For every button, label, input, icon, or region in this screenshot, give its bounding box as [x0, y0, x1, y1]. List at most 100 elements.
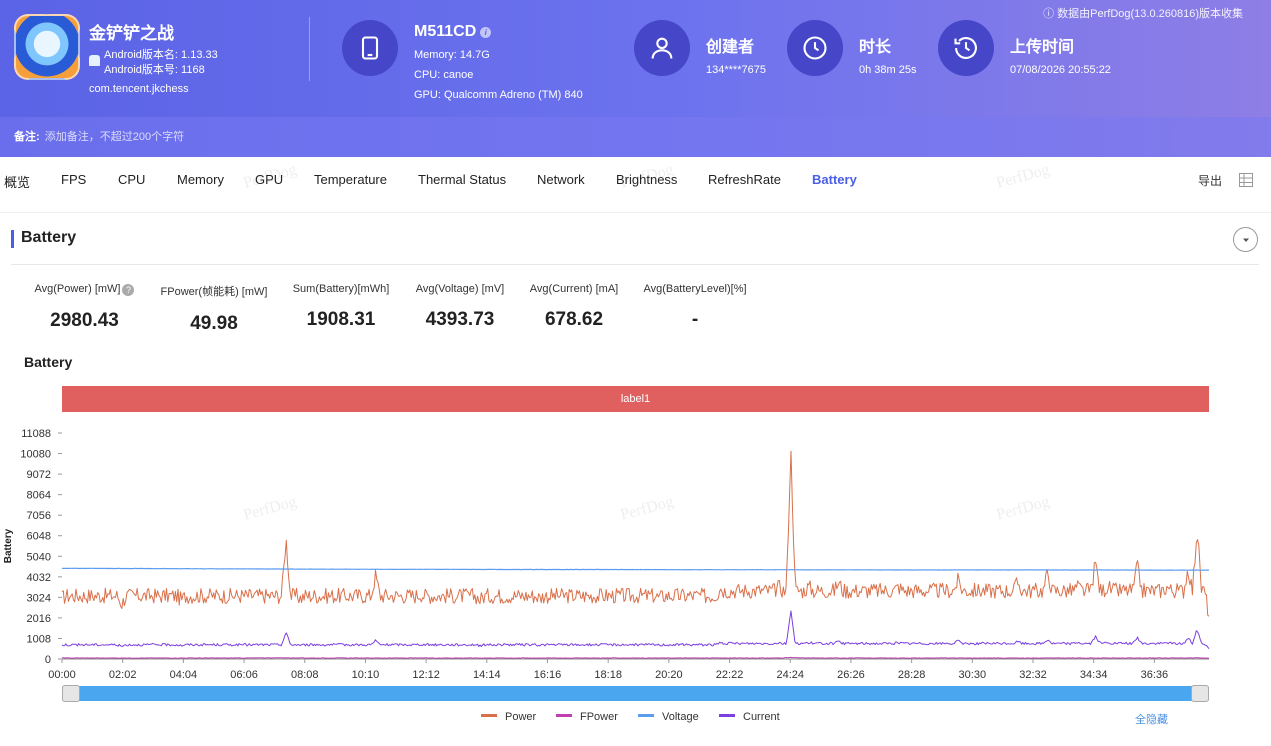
stat-label: Avg(Voltage) [mV] [415, 283, 505, 295]
note-input[interactable]: 添加备注，不超过200个字符 [45, 131, 184, 143]
creator-value: 134****7675 [706, 64, 766, 76]
help-icon[interactable]: ? [122, 284, 135, 296]
x-tick-label: 10:10 [352, 669, 380, 681]
tab-memory[interactable]: Memory [177, 172, 224, 187]
legend-item-fpower[interactable]: FPower [556, 711, 618, 723]
series-voltage-line [61, 567, 1209, 571]
y-tick-label: 2016 [27, 613, 51, 625]
header-divider [309, 17, 310, 81]
stat-value: 4393.73 [425, 309, 495, 330]
x-tick-label: 32:32 [1019, 669, 1047, 681]
y-tick-label: 3024 [27, 592, 51, 604]
history-icon [938, 20, 994, 76]
legend-label: Current [743, 711, 780, 723]
tab-fps[interactable]: FPS [61, 172, 86, 187]
tab-cpu[interactable]: CPU [118, 172, 145, 187]
upload-value: 07/08/2026 20:55:22 [1010, 64, 1111, 76]
y-tick-label: 5040 [27, 551, 51, 563]
note-bar[interactable]: 备注: 添加备注，不超过200个字符 [0, 117, 1271, 157]
legend-label: FPower [580, 711, 618, 723]
tab-bar: 概览 FPS CPU Memory GPU Temperature Therma… [0, 157, 1271, 213]
y-axis-label: Battery [3, 528, 14, 563]
stat-value: - [691, 309, 699, 330]
clock-icon [787, 20, 843, 76]
x-tick-label: 04:04 [170, 669, 198, 681]
hide-all-button[interactable]: 全隐藏 [1135, 711, 1168, 727]
battery-chart[interactable]: Battery 0 1008 2016 3024 4032 5040 6048 7056 8064… [0, 420, 1271, 682]
y-tick-label: 6048 [27, 531, 51, 543]
tab-gpu[interactable]: GPU [255, 172, 283, 187]
slider-handle-left[interactable] [62, 685, 80, 702]
x-tick-label: 00:00 [48, 669, 76, 681]
export-button[interactable]: 导出 [1198, 172, 1222, 189]
series-fpower-line [62, 656, 1210, 659]
legend-item-voltage[interactable]: Voltage [638, 711, 699, 723]
legend-item-power[interactable]: Power [481, 711, 536, 723]
tab-battery[interactable]: Battery [812, 172, 857, 187]
stat-avg-current: Avg(Current) [mA] 678.62 [524, 283, 624, 331]
app-name: 金铲铲之战 [89, 24, 174, 43]
app-icon [14, 14, 80, 80]
device-memory: Memory: 14.7G [414, 49, 490, 61]
table-icon[interactable] [1239, 173, 1253, 187]
panel-title: Battery [21, 229, 77, 246]
x-tick-label: 28:28 [898, 669, 926, 681]
x-tick-label: 24:24 [776, 669, 804, 681]
app-package: com.tencent.jkchess [89, 83, 189, 95]
legend-item-current[interactable]: Current [719, 711, 780, 723]
x-tick-label: 30:30 [959, 669, 987, 681]
label-band[interactable]: label1 [62, 386, 1209, 412]
app-version-info: Android版本名: 1.13.33 Android版本号: 1168 [104, 48, 218, 78]
device-name-text: M511CD [414, 23, 477, 40]
y-tick-label: 9072 [27, 469, 51, 481]
x-tick-label: 08:08 [291, 669, 319, 681]
tab-brightness[interactable]: Brightness [616, 172, 677, 187]
tab-temperature[interactable]: Temperature [314, 172, 387, 187]
stat-avg-battery-level: Avg(BatteryLevel)[%] - [638, 283, 752, 331]
app-version-name: Android版本名: 1.13.33 [104, 49, 218, 61]
zoom-slider[interactable] [62, 685, 1209, 702]
app-version-code: Android版本号: 1168 [104, 64, 205, 76]
legend-swatch [481, 714, 497, 717]
slider-handle-right[interactable] [1191, 685, 1209, 702]
tab-network[interactable]: Network [537, 172, 585, 187]
x-tick-label: 36:36 [1141, 669, 1169, 681]
report-header: ⓘ 数据由PerfDog(13.0.260816)版本收集 金铲铲之战 Andr… [0, 0, 1271, 157]
panel-divider [11, 264, 1259, 265]
series-power-line [61, 450, 1210, 617]
x-tick-label: 06:06 [230, 669, 258, 681]
stat-value: 678.62 [544, 309, 604, 330]
chart-legend: Power FPower Voltage Current [0, 711, 1271, 725]
stat-sum-battery: Sum(Battery)[mWh] 1908.31 [285, 283, 397, 331]
stat-label: Avg(Current) [mA] [529, 283, 619, 295]
y-tick-label: 1008 [27, 633, 51, 645]
device-info-icon[interactable]: i [480, 27, 492, 38]
panel-accent-bar [11, 230, 14, 248]
y-tick-label: 10080 [20, 449, 51, 461]
y-tick-label: 11088 [21, 428, 51, 440]
legend-swatch [638, 714, 654, 717]
x-tick-label: 16:16 [534, 669, 562, 681]
y-tick-label: 0 [45, 654, 51, 666]
collapse-button[interactable] [1233, 227, 1258, 252]
device-name: M511CD i [414, 23, 492, 41]
source-note: ⓘ 数据由PerfDog(13.0.260816)版本收集 [1043, 5, 1243, 21]
duration-title: 时长 [859, 39, 892, 56]
source-note-text: 数据由PerfDog(13.0.260816)版本收集 [1057, 8, 1243, 20]
tab-thermal-status[interactable]: Thermal Status [418, 172, 506, 187]
tab-overview[interactable]: 概览 [4, 172, 30, 191]
legend-label: Power [505, 711, 537, 723]
x-tick-label: 22:22 [716, 669, 744, 681]
stat-label: Avg(Power) [mW] [34, 283, 121, 295]
note-label: 备注: [14, 131, 40, 143]
legend-label: Voltage [662, 711, 699, 723]
info-icon: ⓘ [1043, 8, 1055, 20]
device-icon [342, 20, 398, 76]
x-tick-label: 02:02 [109, 669, 137, 681]
stat-avg-power: Avg(Power) [mW]? 2980.43 [22, 283, 147, 332]
tab-refreshrate[interactable]: RefreshRate [708, 172, 781, 187]
x-tick-label: 14:14 [473, 669, 501, 681]
stat-label: FPower(帧能耗) [mW] [160, 286, 268, 298]
android-icon [89, 55, 100, 66]
stat-fpower: FPower(帧能耗) [mW] 49.98 [155, 283, 273, 335]
